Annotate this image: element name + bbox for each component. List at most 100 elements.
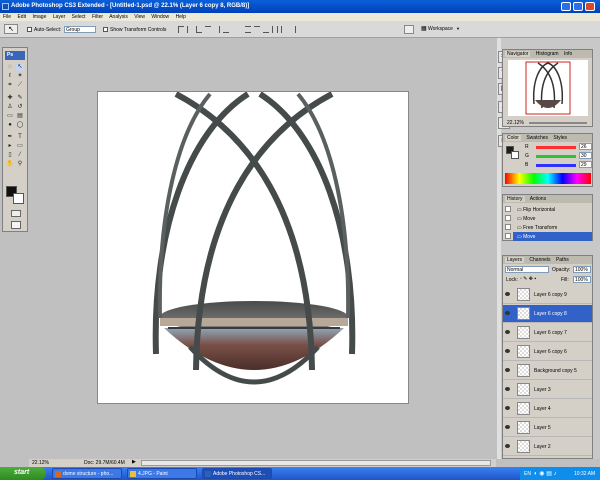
task-paint[interactable]: 4.JPG - Paint [127, 468, 197, 479]
history-item[interactable]: ▭ Flip Horizontal [505, 205, 592, 214]
close-button[interactable] [585, 2, 595, 11]
start-button[interactable]: start [0, 467, 46, 480]
workspace-button[interactable]: Workspace [428, 26, 453, 32]
zoom-tool-icon[interactable]: ⚲ [16, 161, 24, 168]
distribute-right-icon[interactable] [290, 26, 296, 33]
move-tool-preset-icon[interactable]: ↖ [4, 24, 18, 34]
visibility-eye-icon[interactable] [505, 311, 510, 315]
navigator-zoom-slider[interactable] [529, 122, 587, 124]
menu-image[interactable]: Image [32, 14, 46, 20]
layer-row[interactable]: Layer 4 [503, 400, 592, 418]
visibility-eye-icon[interactable] [505, 330, 510, 334]
history-item[interactable]: ▭ Move [505, 214, 592, 223]
visibility-eye-icon[interactable] [505, 387, 510, 391]
align-bottom-icon[interactable] [196, 26, 202, 33]
auto-select-dropdown[interactable]: Group [64, 26, 96, 33]
tray-icons[interactable]: ◐ ◉ ▤ ♪ [534, 470, 557, 477]
channel-b-value[interactable]: 29 [579, 161, 592, 168]
shape-tool-icon[interactable]: ▭ [16, 143, 24, 150]
navigator-preview[interactable] [508, 60, 588, 116]
visibility-eye-icon[interactable] [505, 406, 510, 410]
status-menu-arrow-icon[interactable]: ▶ [132, 459, 136, 465]
path-selection-icon[interactable]: ▸ [6, 143, 14, 150]
history-brush-source-checkbox[interactable] [505, 233, 511, 239]
opacity-field[interactable]: 100% [573, 266, 591, 273]
tab-info[interactable]: Info [564, 51, 572, 57]
layer-row[interactable]: Layer 5 [503, 419, 592, 437]
align-left-icon[interactable] [205, 26, 211, 33]
dodge-tool-icon[interactable]: ◯ [16, 122, 24, 129]
tab-navigator[interactable]: Navigator [505, 51, 531, 57]
tab-swatches[interactable]: Swatches [526, 135, 548, 141]
bridge-icon[interactable] [404, 25, 414, 34]
align-hcenter-icon[interactable] [214, 26, 220, 33]
visibility-eye-icon[interactable] [505, 349, 510, 353]
layer-row[interactable]: Layer 6 copy 9 [503, 286, 592, 304]
tab-channels[interactable]: Channels [529, 257, 550, 263]
slice-tool-icon[interactable]: ⟋ [16, 82, 24, 89]
menu-window[interactable]: Window [151, 14, 169, 20]
tab-styles[interactable]: Styles [553, 135, 567, 141]
menu-help[interactable]: Help [176, 14, 186, 20]
quick-mask-icon[interactable] [11, 210, 21, 217]
history-brush-icon[interactable]: ↺ [16, 104, 24, 111]
channel-b-slider[interactable] [536, 164, 576, 167]
history-item[interactable]: ▭ Move [505, 232, 592, 241]
layer-row[interactable]: Layer 6 copy 8 [503, 305, 592, 323]
tab-layers[interactable]: Layers [505, 257, 525, 263]
lasso-tool-icon[interactable]: ℓ [6, 73, 14, 80]
horizontal-scrollbar[interactable] [141, 460, 491, 466]
layer-row[interactable]: Layer 2 [503, 438, 592, 456]
menu-filter[interactable]: Filter [92, 14, 103, 20]
type-tool-icon[interactable]: T [16, 134, 24, 141]
marquee-tool-icon[interactable]: ◌ [6, 64, 14, 71]
clone-stamp-icon[interactable]: ♙ [6, 104, 14, 111]
workspace-icon[interactable]: ▦ [421, 25, 427, 32]
channel-g-value[interactable]: 30 [579, 152, 592, 159]
channel-g-slider[interactable] [536, 155, 576, 158]
language-indicator[interactable]: EN [524, 471, 531, 477]
menu-analysis[interactable]: Analysis [109, 14, 128, 20]
visibility-eye-icon[interactable] [505, 425, 510, 429]
fill-field[interactable]: 100% [573, 276, 591, 283]
auto-select-checkbox[interactable] [27, 27, 32, 32]
background-color-swatch[interactable] [13, 193, 24, 204]
notes-tool-icon[interactable]: ▯ [6, 152, 14, 159]
zoom-level[interactable]: 22.12% [32, 460, 49, 466]
history-brush-source-checkbox[interactable] [505, 215, 511, 221]
layer-row[interactable]: Layer 6 copy 6 [503, 343, 592, 361]
visibility-eye-icon[interactable] [505, 444, 510, 448]
tab-paths[interactable]: Paths [556, 257, 569, 263]
color-bg-swatch[interactable] [511, 151, 519, 159]
menu-file[interactable]: File [3, 14, 11, 20]
channel-r-value[interactable]: 26 [579, 143, 592, 150]
layer-row[interactable]: Layer 6 copy 7 [503, 324, 592, 342]
tab-actions[interactable]: Actions [530, 196, 546, 202]
workspace-chevron-down-icon[interactable]: ▼ [456, 26, 460, 31]
blur-tool-icon[interactable]: ● [6, 122, 14, 129]
minimize-button[interactable] [561, 2, 571, 11]
move-tool-icon[interactable]: ↖ [16, 64, 24, 71]
menu-view[interactable]: View [134, 14, 145, 20]
visibility-eye-icon[interactable] [505, 292, 510, 296]
lock-icons[interactable]: ▫ ✎ ✥ ▪ [520, 276, 536, 282]
maximize-button[interactable] [573, 2, 583, 11]
history-item[interactable]: ▭ Free Transform [505, 223, 592, 232]
brush-tool-icon[interactable]: ✎ [16, 95, 24, 102]
magic-wand-tool-icon[interactable]: ✶ [16, 73, 24, 80]
gradient-tool-icon[interactable]: ▤ [16, 113, 24, 120]
align-top-icon[interactable] [178, 26, 184, 33]
transform-controls-checkbox[interactable] [103, 27, 108, 32]
distribute-bottom-icon[interactable] [263, 26, 269, 33]
menu-edit[interactable]: Edit [17, 14, 26, 20]
visibility-eye-icon[interactable] [505, 368, 510, 372]
menu-select[interactable]: Select [72, 14, 86, 20]
healing-brush-icon[interactable]: ✚ [6, 95, 14, 102]
blend-mode-dropdown[interactable]: Normal [505, 266, 549, 273]
tab-history[interactable]: History [505, 196, 525, 202]
layer-row[interactable]: Layer 3 [503, 381, 592, 399]
task-dome-structure[interactable]: dome structure - pho... [52, 468, 122, 479]
document-canvas[interactable] [97, 91, 409, 404]
align-right-icon[interactable] [223, 26, 229, 33]
distribute-hcenter-icon[interactable] [281, 26, 287, 33]
